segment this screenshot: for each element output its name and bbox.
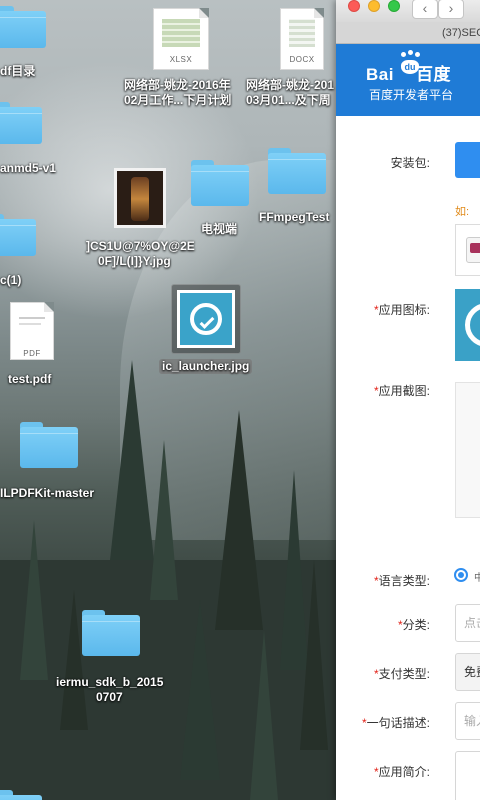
- forward-button[interactable]: ›: [438, 0, 464, 19]
- desktop-item-label[interactable]: anmd5-v1: [0, 161, 56, 176]
- desktop-item-label[interactable]: 电视端: [201, 222, 237, 237]
- app-icon-preview[interactable]: [455, 289, 480, 361]
- package-hint: 如:: [455, 206, 470, 218]
- one-line-desc-input[interactable]: 输入: [455, 702, 480, 740]
- folder-icon[interactable]: [0, 214, 36, 256]
- wallpaper-tree: [300, 560, 328, 750]
- desktop-item-label[interactable]: 0707: [96, 690, 123, 705]
- folder-icon[interactable]: [191, 160, 249, 206]
- app-icon-label: *应用图标:: [373, 303, 430, 317]
- close-window-button[interactable]: [348, 0, 360, 12]
- window-titlebar: ‹ ›: [336, 0, 480, 22]
- pay-type-label: *支付类型:: [373, 667, 430, 681]
- install-package-label: 安装包:: [390, 156, 430, 170]
- browser-window: ‹ › (37)SEC Bai 百度 du 百度开发者平台 安装包: 如: *应用…: [336, 0, 480, 800]
- folder-icon[interactable]: [20, 422, 78, 468]
- image-file-icon[interactable]: [114, 168, 166, 228]
- upload-package-button[interactable]: [455, 142, 480, 178]
- desktop-item-label[interactable]: ]CS1U@7%OY@2E: [86, 239, 195, 254]
- desktop-item-label[interactable]: iermu_sdk_b_2015: [56, 675, 163, 690]
- category-label: *分类:: [397, 618, 430, 632]
- desktop-item-label[interactable]: 网络部-姚龙-201: [246, 78, 334, 93]
- package-thumbnail: [455, 224, 480, 276]
- desktop-item-label[interactable]: FFmpegTest: [259, 210, 329, 225]
- category-input[interactable]: 点击: [455, 604, 480, 642]
- folder-icon[interactable]: [0, 102, 42, 144]
- wallpaper-tree: [150, 440, 178, 600]
- wallpaper-tree: [215, 410, 263, 630]
- desktop-item-label[interactable]: 02月工作...下月计划: [124, 93, 231, 108]
- wallpaper-tree: [110, 360, 154, 560]
- language-option-text: 中: [474, 573, 480, 584]
- back-button[interactable]: ‹: [412, 0, 438, 19]
- logo-du-text: du: [401, 60, 419, 74]
- tab-title[interactable]: (37)SEC: [336, 22, 480, 44]
- logo-text-left: Bai: [366, 65, 394, 84]
- wallpaper-tree: [250, 630, 278, 800]
- minimize-window-button[interactable]: [368, 0, 380, 12]
- desktop-item-label[interactable]: df目录: [0, 64, 35, 79]
- folder-icon[interactable]: [268, 148, 326, 194]
- launcher-image-icon[interactable]: [177, 290, 235, 348]
- desktop-item-label[interactable]: 03月01...及下周: [246, 93, 331, 108]
- folder-icon[interactable]: [0, 790, 42, 800]
- baidu-developer-header: Bai 百度 du 百度开发者平台: [336, 44, 480, 116]
- desktop: df目录 XLSX 网络部-姚龙-2016年 02月工作...下月计划 DOCX…: [0, 0, 336, 800]
- desktop-item-label[interactable]: ic_launcher.jpg: [159, 359, 253, 374]
- folder-icon[interactable]: [82, 610, 140, 656]
- desktop-item-label[interactable]: ILPDFKit-master: [0, 486, 94, 501]
- wallpaper-tree: [20, 520, 48, 680]
- language-radio[interactable]: [454, 568, 468, 582]
- screenshot-label: *应用截图:: [373, 384, 430, 398]
- baidu-paw-icon: du: [398, 50, 420, 74]
- one-line-desc-label: *一句话描述:: [361, 716, 430, 730]
- language-label: *语言类型:: [373, 574, 430, 588]
- screenshot-upload-area[interactable]: [455, 382, 480, 518]
- desktop-item-label[interactable]: 0F]/L(I]}Y.jpg: [98, 254, 171, 269]
- desktop-item-label[interactable]: 网络部-姚龙-2016年: [124, 78, 231, 93]
- desktop-item-label[interactable]: c(1): [0, 273, 21, 288]
- docx-file-icon[interactable]: DOCX: [280, 8, 324, 70]
- desktop-item-label[interactable]: test.pdf: [8, 372, 51, 387]
- xlsx-file-icon[interactable]: XLSX: [153, 8, 209, 70]
- platform-subtitle: 百度开发者平台: [369, 88, 454, 102]
- wallpaper-tree: [180, 600, 220, 780]
- app-intro-textarea[interactable]: [455, 751, 480, 800]
- app-intro-label: *应用简介:: [373, 765, 430, 779]
- folder-icon[interactable]: [0, 6, 46, 48]
- pdf-file-icon[interactable]: PDF: [10, 302, 54, 360]
- zoom-window-button[interactable]: [388, 0, 400, 12]
- pay-type-select[interactable]: 免费: [455, 653, 480, 691]
- logo-text-right: 百度: [415, 65, 451, 84]
